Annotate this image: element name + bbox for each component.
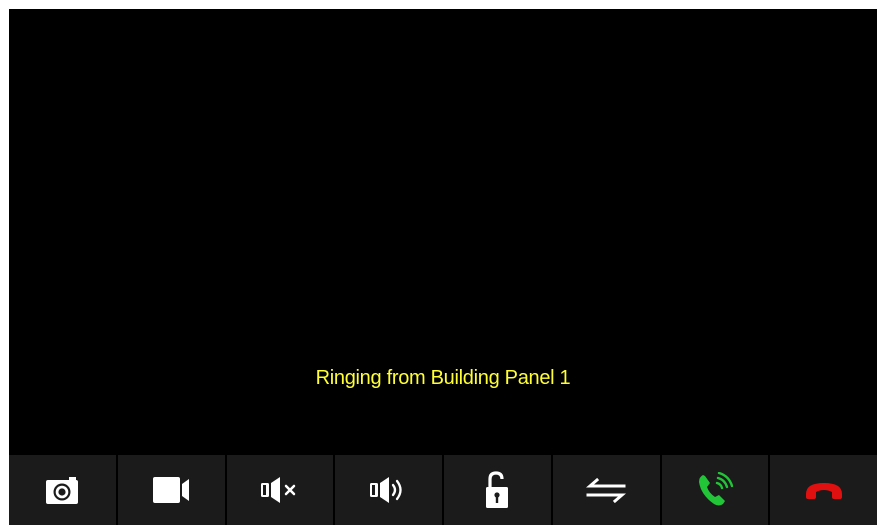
unlock-icon (486, 471, 509, 508)
video-feed: Ringing from Building Panel 1 (9, 9, 877, 455)
call-status-text: Ringing from Building Panel 1 (315, 367, 571, 389)
answer-phone-icon (698, 472, 733, 506)
camera-icon (46, 477, 79, 504)
call-toolbar (9, 455, 877, 525)
transfer-arrows-icon (586, 477, 627, 503)
answer-button[interactable] (661, 455, 769, 525)
speaker-mute-icon (260, 477, 296, 503)
record-button[interactable] (117, 455, 225, 525)
unlock-button[interactable] (444, 455, 551, 525)
hangup-phone-icon (805, 483, 842, 499)
volume-button[interactable] (335, 455, 442, 525)
transfer-button[interactable] (552, 455, 660, 525)
hangup-button[interactable] (770, 455, 877, 525)
intercom-screen: Ringing from Building Panel 1 (9, 9, 877, 525)
video-camera-icon (153, 477, 190, 503)
mute-button[interactable] (226, 455, 334, 525)
snapshot-button[interactable] (9, 455, 116, 525)
speaker-volume-icon (369, 477, 402, 503)
